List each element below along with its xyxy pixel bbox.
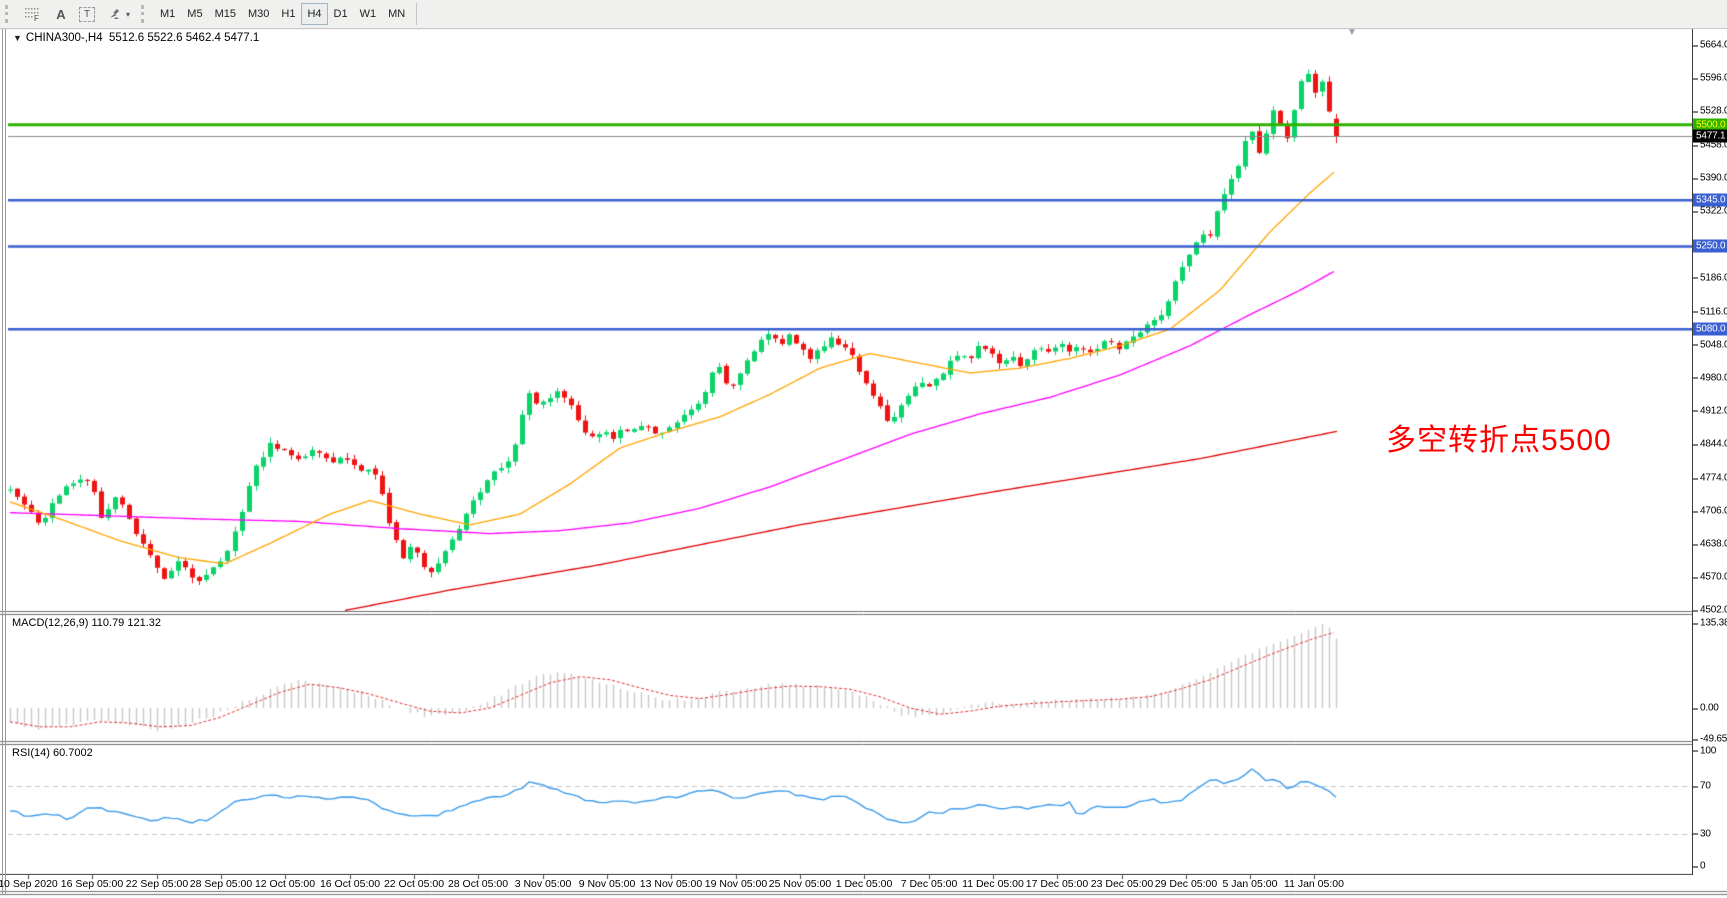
toolbar: F A T ▾ M1M5M15M30H1H4D1W1MN <box>0 0 1727 29</box>
price-tick-label: 5186.0 <box>1693 272 1727 283</box>
timeframe-button-h1[interactable]: H1 <box>275 3 301 25</box>
time-tick-label: 19 Nov 05:00 <box>705 878 767 890</box>
chart-annotation-text: 多空转折点5500 <box>1386 415 1612 459</box>
rsi-label: RSI(14) 60.7002 <box>12 747 93 759</box>
timeframe-button-mn[interactable]: MN <box>382 3 411 25</box>
dotted-grid-icon: F <box>24 7 43 22</box>
chart-header: ▼ CHINA300-,H4 5512.6 5522.6 5462.4 5477.… <box>13 32 259 44</box>
price-badge-5080.0: 5080.0 <box>1693 323 1727 336</box>
timeframe-button-h4[interactable]: H4 <box>301 3 327 25</box>
time-tick-label: 12 Oct 05:00 <box>255 878 315 890</box>
text-box-icon: T <box>79 7 95 22</box>
indicator-grid-f-button[interactable]: F <box>18 3 49 25</box>
time-tick-label: 22 Sep 05:00 <box>126 878 188 890</box>
time-tick-label: 5 Jan 05:00 <box>1223 878 1278 890</box>
time-tick-label: 28 Oct 05:00 <box>448 878 508 890</box>
price-tick-label: 4706.0 <box>1693 506 1727 517</box>
timeframe-group: M1M5M15M30H1H4D1W1MN <box>154 3 411 25</box>
text-box-tool-button[interactable]: T <box>73 3 101 25</box>
time-tick-label: 11 Dec 05:00 <box>962 878 1024 890</box>
price-tick-label: 4774.0 <box>1693 473 1727 484</box>
text-label-tool-button[interactable]: A <box>49 3 73 25</box>
price-tick-label: 5528.0 <box>1693 106 1727 117</box>
macd-label: MACD(12,26,9) 110.79 121.32 <box>12 617 161 629</box>
price-badge-5345.0: 5345.0 <box>1693 194 1727 207</box>
time-tick-label: 23 Dec 05:00 <box>1091 878 1153 890</box>
dropdown-caret-icon: ▾ <box>126 10 130 19</box>
timeframe-button-m30[interactable]: M30 <box>242 3 275 25</box>
rsi-tick-label: 100 <box>1693 745 1727 756</box>
time-tick-label: 9 Nov 05:00 <box>579 878 636 890</box>
time-tick-label: 11 Jan 05:00 <box>1284 878 1344 890</box>
toolbar-drag-handle[interactable] <box>141 5 148 23</box>
time-tick-label: 28 Sep 05:00 <box>190 878 252 890</box>
time-tick-label: 10 Sep 2020 <box>0 878 58 890</box>
price-badge-5250.0: 5250.0 <box>1693 240 1727 253</box>
time-tick-label: 29 Dec 05:00 <box>1155 878 1217 890</box>
left-border-line-inner <box>5 28 6 894</box>
timeframe-button-m5[interactable]: M5 <box>181 3 208 25</box>
price-tick-label: 4638.0 <box>1693 539 1727 550</box>
trading-terminal-window: F A T ▾ M1M5M15M30H1H4D1W1MN ▼ CHINA300-,… <box>0 0 1727 898</box>
time-tick-label: 17 Dec 05:00 <box>1026 878 1088 890</box>
price-axis[interactable]: 5664.05596.05528.05458.05390.05322.05186… <box>1692 28 1727 875</box>
macd-tick-label: 0.00 <box>1693 703 1727 714</box>
time-tick-label: 13 Nov 05:00 <box>640 878 702 890</box>
time-tick-label: 1 Dec 05:00 <box>836 878 893 890</box>
price-tick-label: 5390.0 <box>1693 173 1727 184</box>
macd-tick-label: 135.38 <box>1693 618 1727 629</box>
timeframe-button-d1[interactable]: D1 <box>328 3 354 25</box>
price-tick-label: 4502.0 <box>1693 605 1727 616</box>
price-badge-5477.1: 5477.1 <box>1693 129 1727 142</box>
toolbar-separator <box>416 3 417 25</box>
price-tick-label: 4980.0 <box>1693 372 1727 383</box>
arrows-icon <box>107 7 123 21</box>
timeframe-button-m1[interactable]: M1 <box>154 3 181 25</box>
arrows-tool-button[interactable]: ▾ <box>101 3 136 25</box>
letter-a-icon: A <box>56 7 65 22</box>
rsi-tick-label: 30 <box>1693 828 1727 839</box>
price-tick-label: 5664.0 <box>1693 40 1727 51</box>
price-tick-label: 4570.0 <box>1693 572 1727 583</box>
timeframe-button-w1[interactable]: W1 <box>354 3 383 25</box>
price-tick-label: 4844.0 <box>1693 439 1727 450</box>
time-tick-label: 3 Nov 05:00 <box>515 878 572 890</box>
time-tick-label: 25 Nov 05:00 <box>769 878 831 890</box>
symbol-dropdown-icon[interactable]: ▼ <box>13 33 22 43</box>
toolbar-drag-handle[interactable] <box>5 5 12 23</box>
price-tick-label: 4912.0 <box>1693 405 1727 416</box>
left-border-line <box>2 28 3 894</box>
rsi-tick-label: 70 <box>1693 781 1727 792</box>
svg-text:F: F <box>34 14 39 22</box>
time-tick-label: 16 Sep 05:00 <box>61 878 123 890</box>
macd-tick-label: -49.65 <box>1693 734 1727 745</box>
time-tick-label: 7 Dec 05:00 <box>901 878 958 890</box>
time-axis[interactable]: 10 Sep 202016 Sep 05:0022 Sep 05:0028 Se… <box>0 876 1692 894</box>
symbol-name: CHINA300-,H4 <box>26 32 103 44</box>
price-tick-label: 5116.0 <box>1693 306 1727 317</box>
price-tick-label: 5048.0 <box>1693 339 1727 350</box>
time-tick-label: 16 Oct 05:00 <box>320 878 380 890</box>
price-tick-label: 5322.0 <box>1693 206 1727 217</box>
ohlc-values: 5512.6 5522.6 5462.4 5477.1 <box>109 32 259 44</box>
rsi-tick-label: 0 <box>1693 861 1727 872</box>
time-tick-label: 22 Oct 05:00 <box>384 878 444 890</box>
timeframe-button-m15[interactable]: M15 <box>209 3 242 25</box>
price-tick-label: 5596.0 <box>1693 73 1727 84</box>
